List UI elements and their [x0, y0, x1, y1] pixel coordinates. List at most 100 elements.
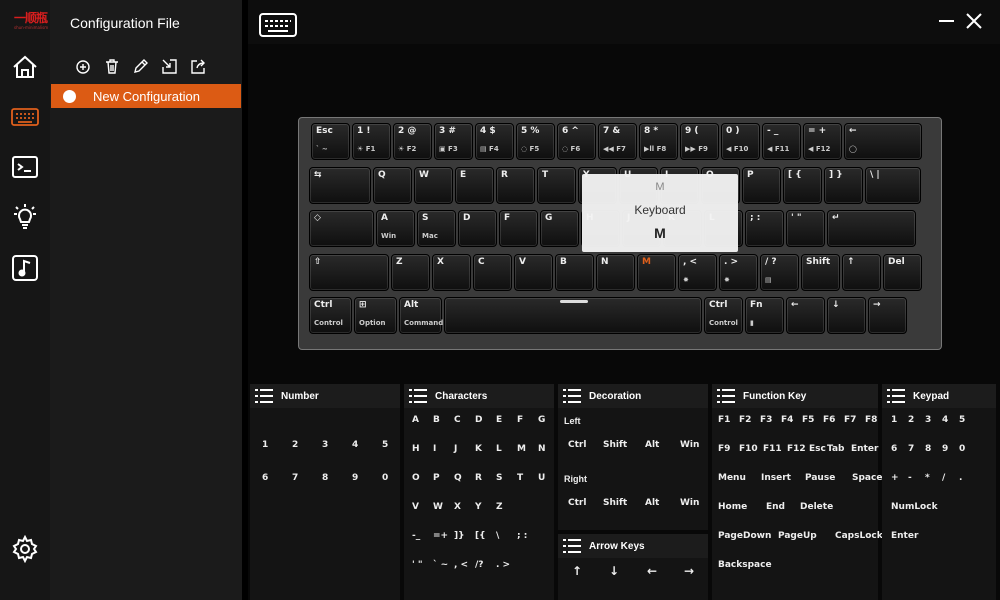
panel-key[interactable]: Alt	[645, 440, 659, 450]
key[interactable]: 4 $ ▤ F4	[475, 123, 514, 160]
panel-key[interactable]: 3	[322, 440, 328, 450]
keyboard-mode-icon[interactable]	[258, 12, 298, 42]
keyboard-icon[interactable]	[11, 103, 39, 131]
key[interactable]: M	[637, 254, 676, 291]
import-icon[interactable]	[161, 58, 178, 75]
panel-key[interactable]: 7	[292, 473, 298, 483]
panel-key[interactable]: E	[496, 415, 502, 425]
edit-icon[interactable]	[132, 58, 149, 75]
panel-key[interactable]: F11	[763, 444, 782, 454]
panel-key[interactable]: Y	[475, 502, 482, 512]
panel-key[interactable]: Shift	[603, 498, 627, 508]
key[interactable]: V	[514, 254, 553, 291]
panel-key[interactable]: ↓	[609, 564, 619, 578]
panel-key[interactable]: F7	[844, 415, 856, 425]
panel-key[interactable]: F4	[781, 415, 793, 425]
key[interactable]: - _ ◀ F11	[762, 123, 801, 160]
key[interactable]: , < ✸	[678, 254, 717, 291]
key[interactable]: B	[555, 254, 594, 291]
key[interactable]: S Mac	[417, 210, 456, 247]
panel-key[interactable]: ' "	[412, 560, 423, 570]
key[interactable]: 5 % ◌ F5	[516, 123, 555, 160]
panel-key[interactable]: 8	[925, 444, 931, 454]
panel-key[interactable]: A	[412, 415, 419, 425]
panel-key[interactable]: Ctrl	[568, 498, 586, 508]
key[interactable]: G	[540, 210, 579, 247]
key[interactable]: 6 ^ ◌ F6	[557, 123, 596, 160]
panel-key[interactable]: Esc	[809, 444, 826, 454]
panel-key[interactable]: PageDown	[718, 531, 771, 541]
panel-key[interactable]: [{	[475, 531, 486, 541]
panel-key[interactable]: ; :	[517, 531, 527, 541]
key[interactable]: R	[496, 167, 535, 204]
key[interactable]: [ {	[783, 167, 822, 204]
panel-key[interactable]: Pause	[805, 473, 835, 483]
panel-key[interactable]: V	[412, 502, 419, 512]
key[interactable]: 2 @ ☀ F2	[393, 123, 432, 160]
panel-key[interactable]: 0	[959, 444, 965, 454]
panel-key[interactable]: G	[538, 415, 545, 425]
panel-key[interactable]: O	[412, 473, 420, 483]
panel-key[interactable]: 2	[292, 440, 298, 450]
key[interactable]: Esc ` ~	[311, 123, 350, 160]
key[interactable]: ← ◯	[844, 123, 922, 160]
panel-key[interactable]: L	[496, 444, 502, 454]
panel-key[interactable]: ]}	[454, 531, 465, 541]
panel-key[interactable]: F2	[739, 415, 751, 425]
key[interactable]: \ |	[865, 167, 921, 204]
panel-key[interactable]: 9	[942, 444, 948, 454]
key[interactable]: ⊞ Option	[354, 297, 397, 334]
panel-key[interactable]: =+	[433, 531, 448, 541]
key[interactable]: Z	[391, 254, 430, 291]
panel-key[interactable]: .	[959, 473, 962, 483]
panel-key[interactable]: U	[538, 473, 545, 483]
panel-key[interactable]: Enter	[891, 531, 918, 541]
panel-key[interactable]: N	[538, 444, 546, 454]
panel-key[interactable]: PageUp	[778, 531, 817, 541]
key[interactable]: ; :	[745, 210, 784, 247]
panel-key[interactable]: R	[475, 473, 482, 483]
key[interactable]: Shift	[801, 254, 840, 291]
close-button[interactable]	[963, 10, 985, 32]
panel-key[interactable]: 7	[908, 444, 914, 454]
panel-key[interactable]: 1	[262, 440, 268, 450]
key[interactable]: ◇	[309, 210, 374, 247]
key[interactable]: Ctrl Control	[704, 297, 743, 334]
panel-key[interactable]: +	[891, 473, 899, 483]
key[interactable]: Fn ▮	[745, 297, 784, 334]
panel-key[interactable]: /?	[475, 560, 484, 570]
key[interactable]: 3 # ▣ F3	[434, 123, 473, 160]
panel-key[interactable]: Delete	[800, 502, 833, 512]
panel-key[interactable]: →	[684, 564, 694, 578]
key[interactable]: . > ✸	[719, 254, 758, 291]
panel-key[interactable]: /	[942, 473, 945, 483]
panel-key[interactable]: X	[454, 502, 461, 512]
key[interactable]: ' "	[786, 210, 825, 247]
key[interactable]: E	[455, 167, 494, 204]
music-icon[interactable]	[11, 254, 39, 282]
panel-key[interactable]: F12	[787, 444, 806, 454]
key[interactable]: Ctrl Control	[309, 297, 352, 334]
panel-key[interactable]: Backspace	[718, 560, 772, 570]
panel-key[interactable]: \	[496, 531, 499, 541]
panel-key[interactable]: B	[433, 415, 440, 425]
panel-key[interactable]: Home	[718, 502, 747, 512]
trash-icon[interactable]	[103, 58, 120, 75]
key[interactable]: 9 (▶▶ F9	[680, 123, 719, 160]
key[interactable]: 0 ) ◀ F10	[721, 123, 760, 160]
key[interactable]: 7 & ◀◀ F7	[598, 123, 637, 160]
panel-key[interactable]: 9	[352, 473, 358, 483]
key[interactable]: 8 * ▶ll F8	[639, 123, 678, 160]
panel-key[interactable]: M	[517, 444, 526, 454]
panel-key[interactable]: I	[433, 444, 436, 454]
panel-key[interactable]: F5	[802, 415, 814, 425]
panel-key[interactable]: 0	[382, 473, 388, 483]
panel-key[interactable]: CapsLock	[835, 531, 883, 541]
key[interactable]: Alt Command	[399, 297, 443, 334]
panel-key[interactable]: Enter	[851, 444, 878, 454]
panel-key[interactable]: 1	[891, 415, 897, 425]
panel-key[interactable]: S	[496, 473, 502, 483]
panel-key[interactable]: 2	[908, 415, 914, 425]
key[interactable]: Q	[373, 167, 412, 204]
panel-key[interactable]: F1	[718, 415, 730, 425]
